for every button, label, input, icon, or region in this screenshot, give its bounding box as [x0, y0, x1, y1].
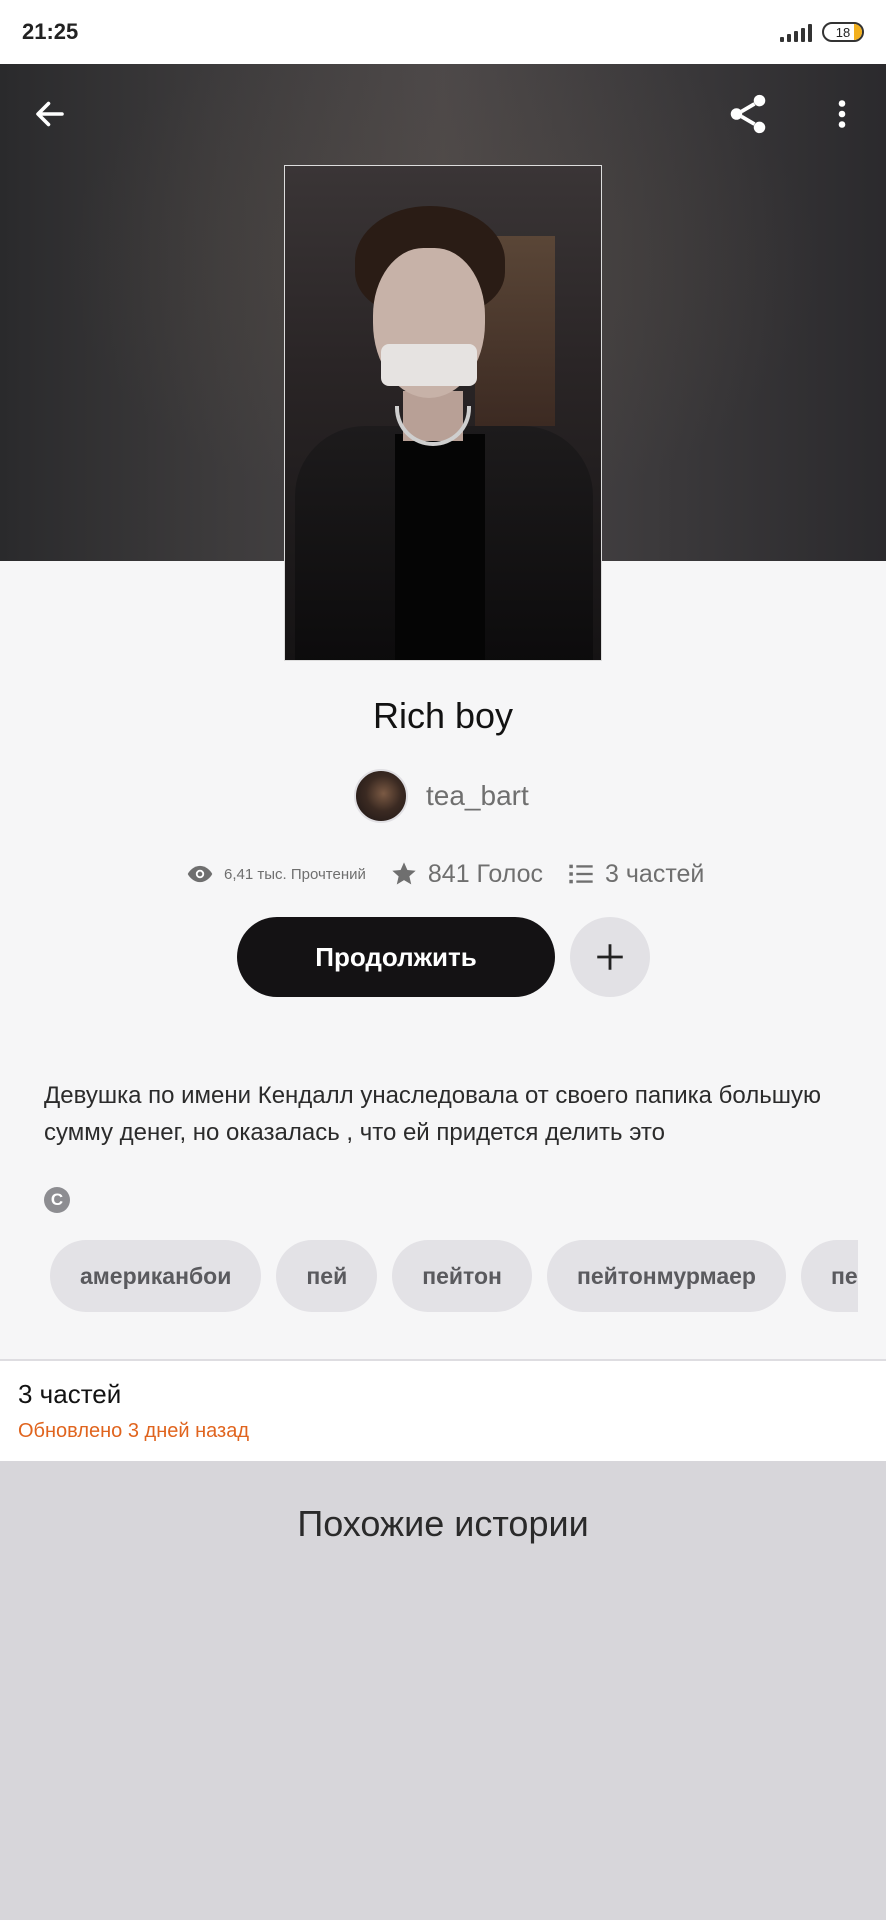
- star-icon: [392, 862, 416, 885]
- status-time: 21:25: [22, 19, 79, 44]
- parts-count: 3 частей: [605, 859, 705, 888]
- story-cover-image: [284, 165, 602, 661]
- parts-updated-text: Обновлено 3 дней назад: [18, 1420, 250, 1442]
- similar-stories-title: Похожие истории: [297, 1503, 589, 1544]
- plus-icon: [597, 944, 623, 970]
- battery-level: 18: [835, 24, 851, 40]
- status-bar: 21:25 18: [0, 0, 886, 64]
- reads-stat: 6,41 тыс. Прочтений: [186, 860, 366, 888]
- eye-icon: [187, 865, 213, 883]
- back-button[interactable]: [20, 84, 80, 144]
- tag-chip[interactable]: американбои: [50, 1240, 262, 1312]
- copyright-icon[interactable]: C: [44, 1187, 70, 1213]
- arrow-left-icon: [36, 101, 64, 127]
- author-link[interactable]: tea_bart: [354, 768, 529, 824]
- reads-count: 6,41 тыс. Прочтений: [224, 865, 366, 883]
- share-button[interactable]: [718, 84, 778, 144]
- continue-reading-button[interactable]: Продолжить: [237, 917, 555, 997]
- tag-chip[interactable]: пейтонмурмаер: [546, 1240, 786, 1312]
- tag-list: американбои пей пейтон пейтонмурмаер пей…: [50, 1240, 858, 1312]
- list-icon: [569, 864, 593, 884]
- tag-chip[interactable]: пейтон: [392, 1240, 532, 1312]
- story-description[interactable]: Девушка по имени Кендалл унаследовала от…: [44, 1077, 844, 1151]
- tag-chip[interactable]: пей: [276, 1240, 378, 1312]
- signal-icon: [780, 22, 812, 42]
- tag-chip[interactable]: пейтонм: [800, 1240, 858, 1312]
- author-name: tea_bart: [426, 780, 529, 811]
- more-vertical-icon: [838, 100, 846, 128]
- share-icon: [730, 94, 766, 134]
- author-avatar: [354, 769, 408, 823]
- parts-stat: 3 частей: [567, 860, 704, 889]
- status-icons: 18: [780, 22, 864, 42]
- votes-stat: 841 Голос: [390, 860, 543, 889]
- add-to-library-button[interactable]: [570, 917, 650, 997]
- similar-stories-section: Похожие истории: [0, 1461, 886, 1920]
- story-title: Rich boy: [372, 695, 514, 736]
- votes-count: 841 Голос: [427, 859, 544, 888]
- story-stats: 6,41 тыс. Прочтений 841 Голос 3 частей: [186, 852, 704, 896]
- battery-icon: 18: [822, 22, 864, 42]
- parts-title: 3 частей: [18, 1379, 122, 1409]
- more-options-button[interactable]: [812, 84, 872, 144]
- parts-section[interactable]: 3 частей Обновлено 3 дней назад: [0, 1361, 886, 1461]
